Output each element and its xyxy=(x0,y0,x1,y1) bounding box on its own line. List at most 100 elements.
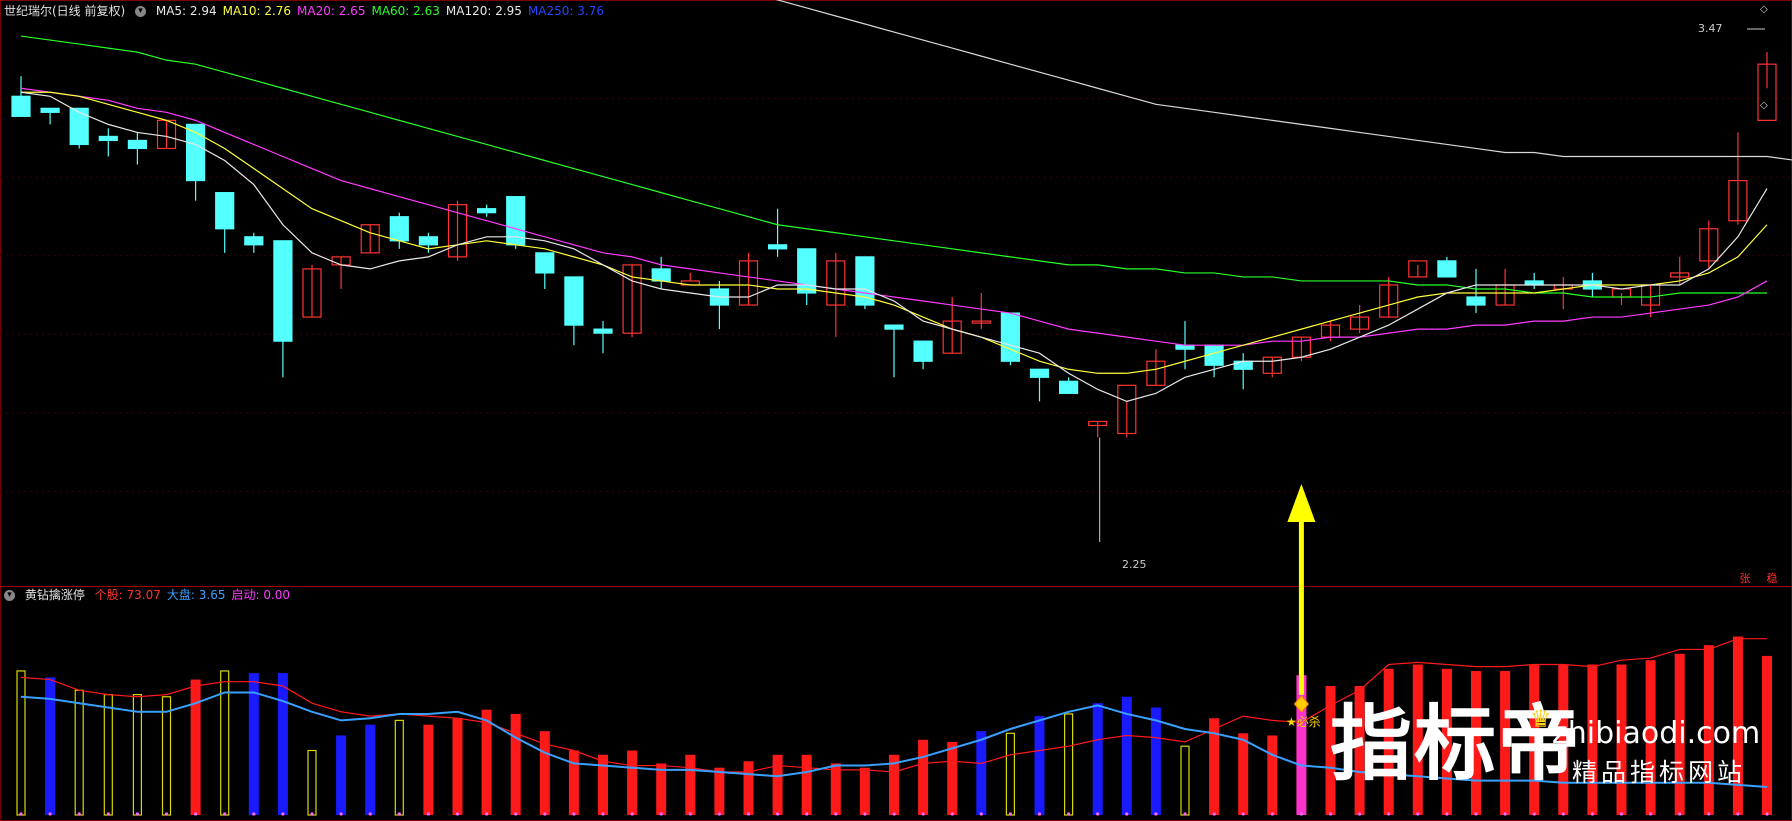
indicator-dot xyxy=(223,812,227,816)
signal-label: ★必杀 xyxy=(1286,715,1321,729)
candle-body xyxy=(127,139,147,150)
indicator-dot xyxy=(514,812,518,816)
indicator-bar xyxy=(714,767,725,815)
indicator-dot xyxy=(1328,812,1333,816)
indicator-dot xyxy=(630,812,634,816)
indicator-dot xyxy=(950,812,954,816)
indicator-dot xyxy=(1445,812,1449,816)
indicator-dot xyxy=(1416,812,1420,816)
indicator-bar xyxy=(423,724,434,815)
indicator-dot xyxy=(77,812,81,816)
candle-body xyxy=(1058,380,1079,394)
indicator-dot xyxy=(1270,812,1274,816)
watermark-url: zhibiaodi.com xyxy=(1552,716,1761,751)
indicator-dot xyxy=(1649,812,1653,816)
indicator-bar xyxy=(1238,733,1249,815)
indicator-dot xyxy=(805,812,809,816)
indicator-dot xyxy=(281,812,285,816)
indicator-dot xyxy=(485,812,489,816)
candle-body xyxy=(1000,312,1021,362)
up-button[interactable]: 张 xyxy=(1736,572,1754,586)
candle-body xyxy=(40,107,60,113)
candle-body xyxy=(1175,344,1195,350)
candle-body xyxy=(884,324,904,330)
indicator-bar xyxy=(277,673,288,815)
indicator-dot xyxy=(659,812,663,816)
indicator-dot xyxy=(135,812,139,816)
candle-body xyxy=(593,328,613,334)
indicator-bar xyxy=(307,749,317,816)
candle-body xyxy=(1029,368,1050,378)
indicator-dot xyxy=(455,812,460,816)
indicator-bar xyxy=(1092,703,1103,815)
candle-body xyxy=(855,256,875,306)
indicator-bar xyxy=(1150,707,1161,815)
candle-body xyxy=(913,340,933,362)
indicator-dot xyxy=(1619,812,1624,816)
indicator-dot xyxy=(1561,812,1565,816)
indicator-dot xyxy=(1212,812,1216,816)
candle-body xyxy=(389,216,409,242)
indicator-dot xyxy=(1736,812,1740,816)
indicator-bar xyxy=(161,696,172,816)
indicator-dot xyxy=(1183,812,1187,816)
candle-body xyxy=(98,135,118,142)
diamond-icon[interactable]: ◇ xyxy=(1760,100,1768,111)
indicator-dot xyxy=(1096,812,1100,816)
ma120-line xyxy=(775,0,1792,161)
indicator-dot xyxy=(688,812,692,816)
indicator-dot xyxy=(1125,812,1129,816)
indicator-bar xyxy=(74,689,84,816)
indicator-bar xyxy=(481,709,492,815)
indicator-dot xyxy=(19,812,23,816)
indicator-dot xyxy=(1387,812,1391,816)
candle-body xyxy=(11,95,31,117)
watermark-tagline: 精品指标网站 xyxy=(1572,758,1747,787)
indicator-dot xyxy=(572,812,576,816)
indicator-dot xyxy=(1299,812,1303,816)
candle-body xyxy=(767,244,788,250)
indicator-dot xyxy=(164,812,169,816)
indicator-dot xyxy=(1154,812,1158,816)
indicator-bar xyxy=(568,750,579,815)
indicator-bar xyxy=(510,713,521,815)
indicator-dot xyxy=(1503,812,1507,816)
signal-arrow-head xyxy=(1287,484,1316,522)
indicator-dot xyxy=(1067,812,1071,816)
indicator-dot xyxy=(892,812,896,816)
indicator-bar xyxy=(16,670,26,816)
candle-body xyxy=(215,192,235,230)
indicator-bar xyxy=(365,724,376,815)
indicator-bar xyxy=(976,731,987,815)
candle-body xyxy=(244,236,264,246)
indicator-bar xyxy=(918,739,929,815)
indicator-dot xyxy=(397,812,401,816)
indicator-dot xyxy=(543,812,547,816)
indicator-dot xyxy=(1474,812,1478,816)
candle-body xyxy=(535,252,555,274)
indicator-bar xyxy=(394,719,404,816)
candle-body xyxy=(418,236,438,246)
indicator-bar xyxy=(627,750,638,815)
indicator-dot xyxy=(426,812,430,816)
indicator-dot xyxy=(339,812,343,816)
indicator-bar xyxy=(1034,716,1045,815)
indicator-bar xyxy=(103,693,113,816)
indicator-dot xyxy=(1532,812,1536,816)
indicator-bar xyxy=(1180,745,1190,816)
close-icon[interactable]: ◇ xyxy=(1760,4,1768,15)
indicator-dot xyxy=(310,812,314,816)
indicator-dot xyxy=(1707,812,1711,816)
candle-body xyxy=(69,107,89,146)
steady-button[interactable]: 稳 xyxy=(1763,572,1781,586)
indicator-bar xyxy=(772,754,783,815)
indicator-dot xyxy=(106,812,110,816)
indicator-bar xyxy=(1063,713,1074,816)
indicator-dot xyxy=(746,812,751,816)
low-price-label: 2.25 xyxy=(1122,558,1147,571)
indicator-dot xyxy=(252,812,256,816)
indicator-dot xyxy=(717,812,722,816)
indicator-bar xyxy=(656,763,667,815)
candle-body xyxy=(477,208,497,214)
indicator-dot xyxy=(863,812,867,816)
